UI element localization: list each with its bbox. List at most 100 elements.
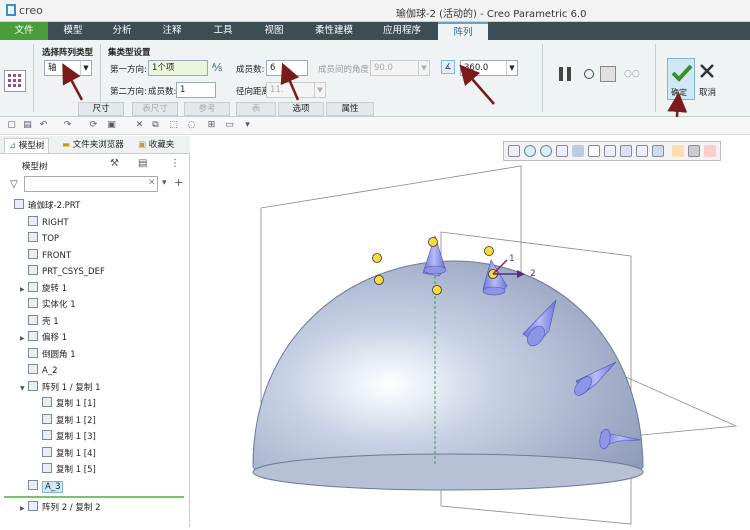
expand-icon[interactable]: ▶ (20, 501, 28, 517)
dir1-field[interactable]: 1个项 (148, 60, 208, 76)
no-preview-icon[interactable] (584, 69, 594, 79)
flip-direction-icon[interactable]: ⅍ (212, 61, 226, 75)
filter-funnel-icon[interactable]: ▽ (10, 179, 18, 190)
redo-icon[interactable]: ↷ (62, 120, 73, 131)
tree-item[interactable]: 复制 1 [4] (0, 446, 186, 462)
graphics-viewport[interactable]: 1 2 (191, 136, 750, 527)
appearance-icon[interactable] (652, 145, 664, 157)
tree-item[interactable]: ▶ 阵列 2 / 复制 2 (0, 500, 186, 516)
feature-icon (28, 501, 38, 511)
tab-view[interactable]: 视图 (248, 22, 300, 40)
expand-icon[interactable]: ▶ (20, 282, 28, 298)
subtab-table-dimensions[interactable]: 表尺寸 (132, 102, 178, 116)
tab-pattern[interactable]: 阵列 (438, 22, 488, 40)
tree-item[interactable]: ▼ 阵列 1 / 复制 1 (0, 380, 186, 396)
annotation-display-icon[interactable] (688, 145, 700, 157)
tree-item[interactable]: PRT_CSYS_DEF (0, 264, 186, 280)
settings-icon[interactable]: ⚒ (110, 158, 124, 170)
zoom-out-icon[interactable] (540, 145, 552, 157)
undo-icon[interactable]: ↶ (38, 120, 49, 131)
tree-search-input[interactable] (24, 176, 158, 192)
tree-item[interactable]: 复制 1 [2] (0, 413, 186, 429)
tab-favorites[interactable]: ▣ 收藏夹 (134, 138, 178, 153)
clear-search-icon[interactable]: ✕ (148, 178, 156, 188)
dome-body[interactable] (252, 260, 644, 486)
tab-file[interactable]: 文件 (0, 22, 48, 40)
expand-icon[interactable]: ▶ (20, 331, 28, 347)
cancel-label[interactable]: 取消 (699, 86, 716, 98)
tree-item[interactable]: 实体化 1 (0, 297, 186, 313)
layer-icon[interactable]: ⊞ (206, 120, 217, 131)
tab-folder-browser[interactable]: ▬ 文件夹浏览器 (58, 138, 128, 153)
section-icon[interactable] (636, 145, 648, 157)
feature-icon (28, 265, 38, 275)
datum-display-icon[interactable] (672, 145, 684, 157)
tab-analysis[interactable]: 分析 (98, 22, 146, 40)
tab-flexible-modeling[interactable]: 柔性建模 (300, 22, 368, 40)
angle-total-field[interactable]: 360.0 ▼ (460, 60, 518, 76)
tree-item[interactable]: ▶ 偏移 1 (0, 330, 186, 346)
tree-item[interactable]: A_2 (0, 363, 186, 379)
csys-display-icon[interactable] (704, 145, 716, 157)
feature-icon (28, 347, 38, 358)
tab-model-tree[interactable]: ⊿ 模型树 (4, 138, 50, 153)
tree-item[interactable]: 复制 1 [3] (0, 429, 186, 445)
zoom-in-icon[interactable] (524, 145, 536, 157)
cancel-icon[interactable] (698, 62, 716, 80)
expand-icon[interactable]: ▼ (20, 381, 28, 397)
tab-applications[interactable]: 应用程序 (368, 22, 436, 40)
tree-item[interactable]: 复制 1 [5] (0, 462, 186, 478)
confirm-button[interactable]: 确定 (667, 58, 695, 100)
show-icon[interactable]: ▤ (138, 158, 152, 170)
tree-item[interactable]: 壳 1 (0, 314, 186, 330)
dir2-count-label: 成员数: (148, 87, 177, 97)
tree-item[interactable]: FRONT (0, 248, 186, 264)
subtab-dimensions[interactable]: 尺寸 (78, 102, 124, 116)
tab-model[interactable]: 模型 (48, 22, 98, 40)
new-file-icon[interactable]: ▢ (6, 120, 17, 131)
window-title: 瑜伽球-2 (活动的) - Creo Parametric 6.0 (396, 9, 587, 20)
close-window-icon[interactable]: ✕ (134, 120, 145, 131)
angle-extent-icon[interactable]: ∡ (441, 60, 455, 74)
customize-icon[interactable]: ▾ (242, 120, 253, 131)
tree-item[interactable]: RIGHT (0, 215, 186, 231)
window-icon[interactable]: ▣ (106, 120, 117, 131)
repaint-icon[interactable] (556, 145, 568, 157)
members-field[interactable]: 6 (266, 60, 308, 76)
tab-annotate[interactable]: 注释 (146, 22, 198, 40)
feature-icon (28, 479, 38, 490)
model-view: 1 2 (252, 165, 738, 525)
tree-item[interactable]: 复制 1 [1] (0, 396, 186, 412)
chevron-down-icon: ▼ (314, 83, 325, 97)
display-icon[interactable]: ⧉ (150, 120, 161, 131)
tree-item[interactable]: ▶ 旋转 1 (0, 281, 186, 297)
tree-item[interactable]: 瑜伽球-2.PRT (0, 198, 186, 214)
subtab-properties[interactable]: 属性 (326, 102, 374, 116)
refit-icon[interactable] (508, 145, 520, 157)
subtab-table[interactable]: 表 (236, 102, 276, 116)
saved-views-icon[interactable] (620, 145, 632, 157)
chevron-down-icon[interactable]: ▾ (162, 178, 167, 188)
subtab-references[interactable]: 参考 (184, 102, 230, 116)
preview-icon[interactable] (600, 66, 616, 82)
tree-item[interactable]: 倒圆角 1 (0, 347, 186, 363)
subtab-options[interactable]: 选项 (278, 102, 324, 116)
dir2-count-field[interactable]: 1 (176, 82, 216, 98)
tab-tools[interactable]: 工具 (198, 22, 248, 40)
pause-icon[interactable] (557, 66, 573, 82)
tree-item[interactable]: A_3 (0, 479, 186, 495)
tree-item[interactable]: TOP (0, 231, 186, 247)
glasses-icon[interactable]: ○○ (624, 69, 642, 79)
filter-icon[interactable]: ◌ (186, 120, 197, 131)
regenerate-icon[interactable]: ⟳ (88, 120, 99, 131)
folder-icon[interactable]: ▭ (224, 120, 235, 131)
pattern-type-select[interactable]: 轴 ▼ (44, 60, 92, 76)
more-icon[interactable]: ⋮ (170, 158, 182, 170)
view-manager-icon[interactable] (604, 145, 616, 157)
tree-item-label: 偏移 1 (42, 333, 68, 343)
save-icon[interactable]: ▤ (22, 120, 33, 131)
render-icon[interactable] (588, 145, 600, 157)
pan-icon[interactable] (572, 145, 584, 157)
add-filter-icon[interactable]: + (174, 176, 183, 189)
select-icon[interactable]: ⬚ (168, 120, 179, 131)
